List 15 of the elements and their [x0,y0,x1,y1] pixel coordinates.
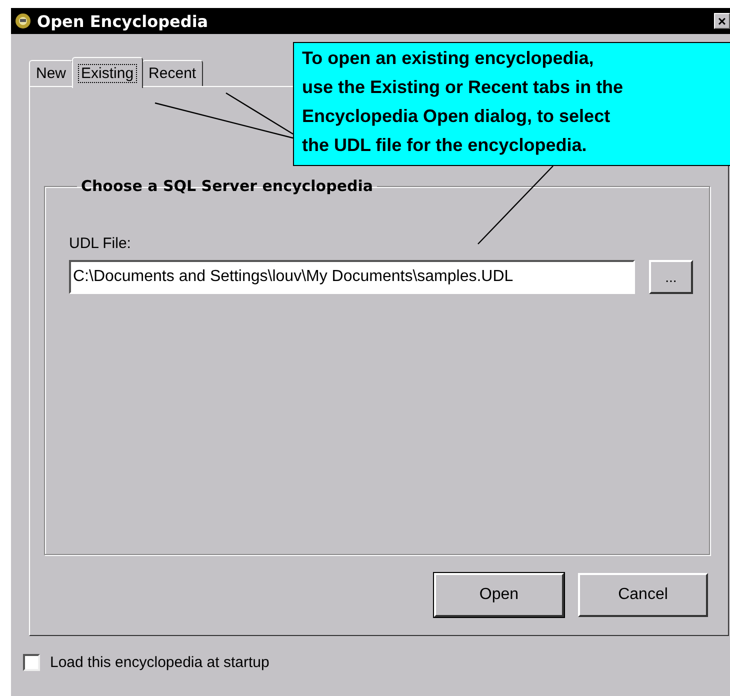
input-field[interactable]: C:\Documents and Settings\louv\My Documents\samples.UDL [69,260,635,294]
browse-button[interactable]: ... [649,260,693,294]
tab[interactable]: Recent [142,60,204,86]
checkbox-label: Load this encyclopedia at startup [50,654,270,671]
close-button[interactable]: × [714,13,730,29]
tab[interactable]: Existing [72,57,143,88]
group-title: Choose a SQL Server encyclopedia [80,177,374,195]
dialog-button[interactable]: Open [434,573,564,617]
field-label: UDL File: [69,235,132,252]
globe-icon [15,13,31,29]
dialog-button[interactable]: Cancel [578,573,708,617]
tab[interactable]: New [29,60,74,86]
window-title: Open Encyclopedia [37,12,208,30]
callout: To open an existing encyclopedia, use the Existing or Recent tabs in the Encyclopedia Open dialog, to select the UDL file for the encyclopedia. [293,42,730,166]
checkbox[interactable] [23,654,40,671]
